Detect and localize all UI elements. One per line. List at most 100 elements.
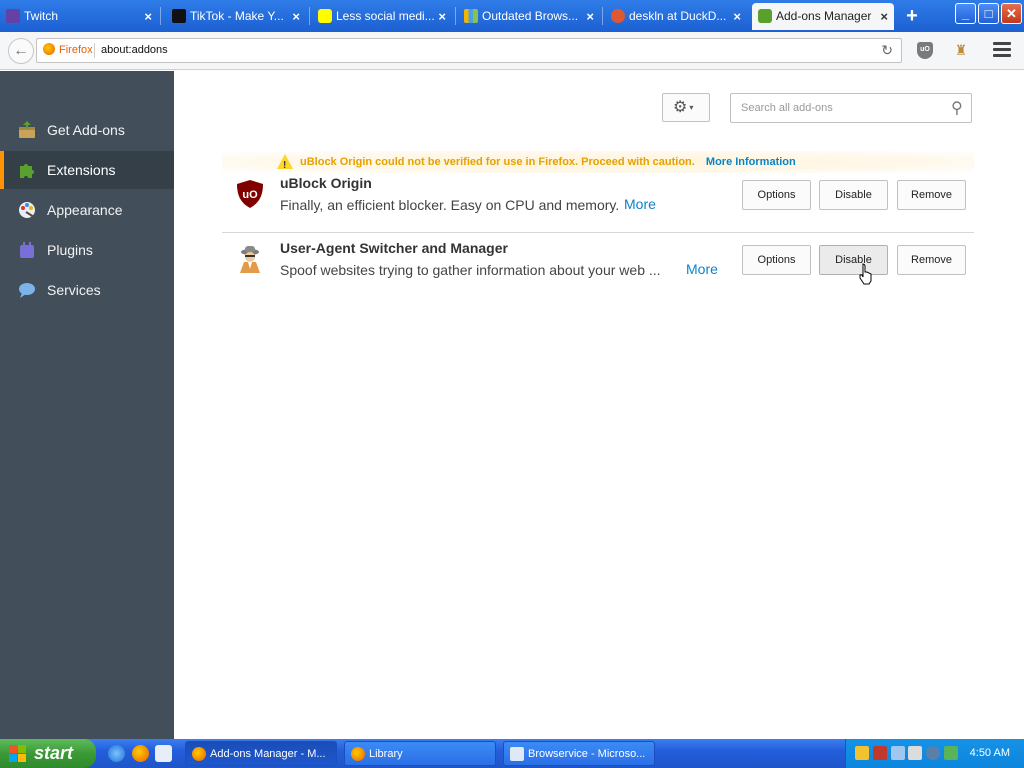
- addons-main-panel: ⚙▾ ⚲ ! uBlock Origin could not be verifi…: [174, 71, 1024, 739]
- window-icon: [510, 747, 524, 761]
- identity-box[interactable]: Firefox: [43, 39, 93, 62]
- gear-icon: ⚙: [673, 99, 688, 116]
- more-information-link[interactable]: More Information: [706, 156, 796, 168]
- display-icon[interactable]: [908, 746, 922, 760]
- addon-description: Finally, an efficient blocker. Easy on C…: [280, 197, 620, 213]
- sidebar-item-appearance[interactable]: Appearance: [0, 191, 174, 229]
- sidebar-item-plugins[interactable]: Plugins: [0, 231, 174, 269]
- firefox-icon: [351, 747, 365, 761]
- chevron-down-icon: ▾: [689, 103, 694, 112]
- taskbar-item-label: Library: [369, 748, 403, 760]
- get-addons-icon: [19, 121, 35, 138]
- start-label: start: [34, 743, 74, 763]
- twitch-icon: [6, 9, 20, 23]
- puzzle-icon: [758, 9, 772, 23]
- taskbar-item-browservice[interactable]: Browservice - Microso...: [503, 741, 655, 766]
- start-button[interactable]: start: [0, 739, 96, 768]
- disable-button[interactable]: Disable: [819, 245, 888, 275]
- url-separator: [94, 43, 95, 58]
- tab-addons-manager[interactable]: Add-ons Manager ×: [752, 3, 894, 30]
- close-tab-icon[interactable]: ×: [292, 3, 300, 30]
- sidebar-item-extensions[interactable]: Extensions: [0, 151, 174, 189]
- close-tab-icon[interactable]: ×: [586, 3, 594, 30]
- plugin-icon: [20, 242, 34, 258]
- identity-label: Firefox: [59, 44, 93, 56]
- taskbar-item-addons-manager[interactable]: Add-ons Manager - M...: [185, 741, 337, 766]
- options-button[interactable]: Options: [742, 180, 811, 210]
- url-text[interactable]: about:addons: [101, 39, 168, 62]
- tab-strip: Twitch × TikTok - Make Y... × Less socia…: [0, 0, 1024, 32]
- remove-button[interactable]: Remove: [897, 245, 966, 275]
- tab-title: Less social medi...: [336, 9, 435, 23]
- sidebar-item-label: Services: [47, 282, 101, 298]
- tab-title: Twitch: [24, 9, 59, 23]
- taskbar-item-library[interactable]: Library: [344, 741, 496, 766]
- tab-title: Add-ons Manager: [776, 9, 872, 23]
- close-tab-icon[interactable]: ×: [144, 3, 152, 30]
- tab-title: Outdated Brows...: [482, 9, 579, 23]
- paint-palette-icon: [19, 202, 35, 218]
- hamburger-menu-icon[interactable]: [993, 42, 1011, 58]
- tools-menu-button[interactable]: ⚙ ▾: [662, 93, 710, 122]
- duckduckgo-icon: [611, 9, 625, 23]
- remove-button[interactable]: Remove: [897, 180, 966, 210]
- minimize-button[interactable]: _: [955, 3, 976, 24]
- url-bar[interactable]: Firefox about:addons ↻: [36, 38, 902, 63]
- close-tab-icon[interactable]: ×: [438, 3, 446, 30]
- sidebar-item-services[interactable]: Services: [0, 271, 174, 309]
- show-desktop-icon[interactable]: [155, 745, 172, 762]
- puzzle-icon: [20, 164, 34, 178]
- internet-explorer-icon[interactable]: [108, 745, 125, 762]
- tab-outdated-browser[interactable]: Outdated Brows... ×: [458, 3, 600, 30]
- categories-sidebar: Get Add-ons Extensions Appearance Plugin…: [0, 71, 174, 739]
- close-tab-icon[interactable]: ×: [880, 3, 888, 30]
- ublock-toolbar-icon[interactable]: uO: [917, 42, 933, 59]
- addon-name: uBlock Origin: [280, 175, 372, 191]
- tab-twitch[interactable]: Twitch ×: [0, 3, 158, 30]
- addon-item-ublock-origin[interactable]: uO uBlock Origin Finally, an efficient b…: [222, 169, 974, 231]
- tab-title: TikTok - Make Y...: [190, 9, 284, 23]
- reload-icon[interactable]: ↻: [881, 39, 893, 62]
- sidebar-item-label: Plugins: [47, 242, 93, 258]
- tab-title: deskln at DuckD...: [629, 9, 727, 23]
- speaker-icon[interactable]: [926, 746, 940, 760]
- ublock-shield-icon: uO: [237, 180, 263, 208]
- nav-toolbar: ← Firefox about:addons ↻ uO ♜: [0, 32, 1024, 70]
- sidebar-item-get-addons[interactable]: Get Add-ons: [0, 111, 174, 149]
- user-agent-switcher-toolbar-icon[interactable]: ♜: [952, 41, 970, 59]
- taskbar-clock: 4:50 AM: [969, 747, 1010, 759]
- network-icon[interactable]: [891, 746, 905, 760]
- shield-icon[interactable]: [873, 746, 887, 760]
- maximize-button[interactable]: □: [978, 3, 999, 24]
- addon-more-link[interactable]: More: [686, 261, 718, 277]
- tab-duckduckgo[interactable]: deskln at DuckD... ×: [605, 3, 747, 30]
- options-button[interactable]: Options: [742, 245, 811, 275]
- taskbar: start Add-ons Manager - M... Library Bro…: [0, 739, 1024, 768]
- firefox-icon: [43, 43, 55, 55]
- search-box[interactable]: ⚲: [730, 93, 972, 123]
- firefox-icon: [192, 747, 206, 761]
- taskbar-item-label: Browservice - Microso...: [528, 748, 646, 760]
- warning-text: uBlock Origin could not be verified for …: [300, 156, 695, 168]
- back-button[interactable]: ←: [8, 38, 34, 64]
- tab-snapchat[interactable]: Less social medi... ×: [312, 3, 452, 30]
- firefox-icon[interactable]: [132, 745, 149, 762]
- tiktok-icon: [172, 9, 186, 23]
- search-icon[interactable]: ⚲: [951, 98, 963, 118]
- svg-text:uO: uO: [242, 189, 258, 201]
- mouse-cursor-icon: [859, 263, 872, 285]
- safely-remove-icon[interactable]: [944, 746, 958, 760]
- sidebar-item-label: Extensions: [47, 162, 116, 178]
- close-window-button[interactable]: ✕: [1001, 3, 1022, 24]
- system-tray: 4:50 AM: [845, 739, 1024, 768]
- addon-more-link[interactable]: More: [624, 196, 656, 212]
- bars-icon: [464, 9, 478, 23]
- chat-bubble-icon: [19, 283, 35, 298]
- tray-app-icon[interactable]: [855, 746, 869, 760]
- disable-button[interactable]: Disable: [819, 180, 888, 210]
- search-input[interactable]: [741, 99, 936, 117]
- tab-tiktok[interactable]: TikTok - Make Y... ×: [166, 3, 306, 30]
- windows-logo-icon: [9, 745, 27, 763]
- new-tab-button[interactable]: +: [898, 3, 926, 29]
- close-tab-icon[interactable]: ×: [733, 3, 741, 30]
